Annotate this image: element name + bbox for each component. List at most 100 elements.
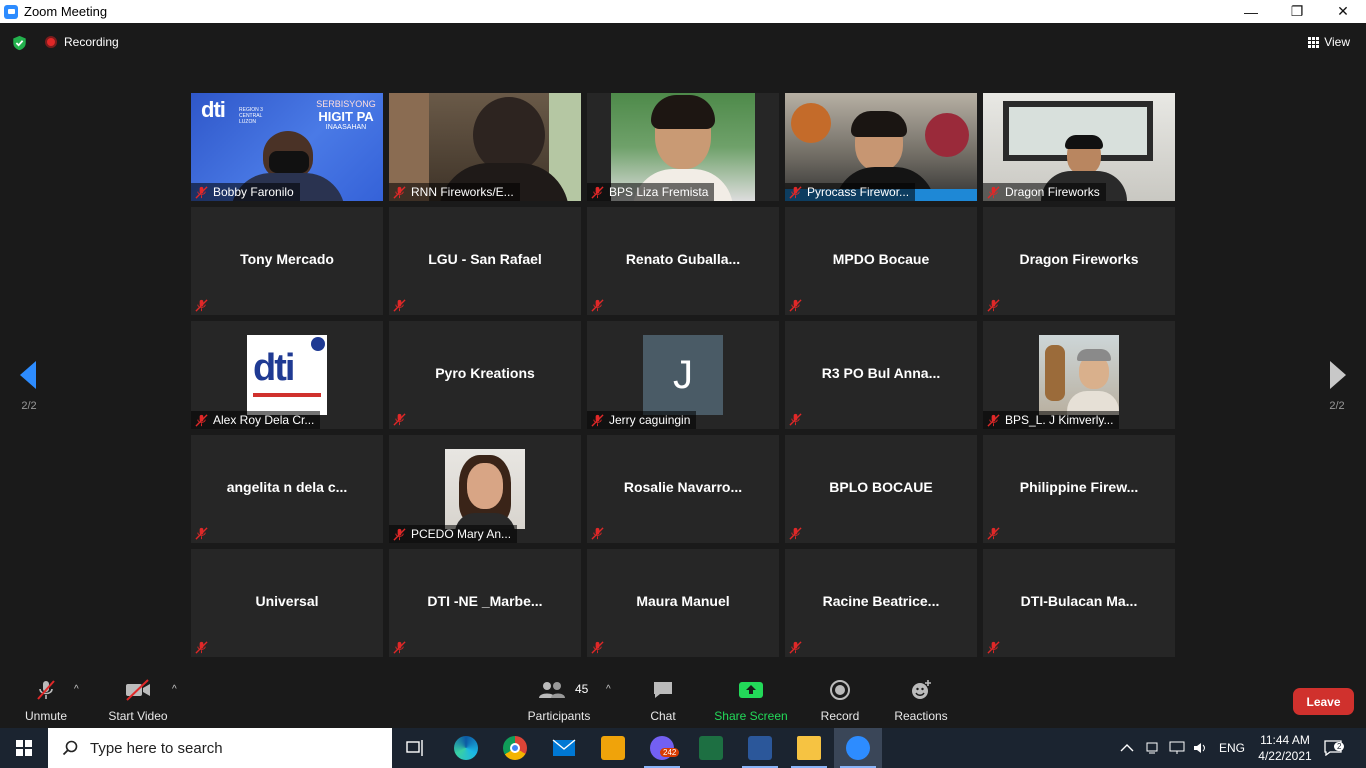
video-options-caret[interactable]: ^ bbox=[172, 684, 177, 695]
participant-tile[interactable]: Universal bbox=[191, 549, 383, 657]
task-view-button[interactable] bbox=[392, 728, 440, 768]
participant-name: Renato Guballa... bbox=[625, 251, 741, 267]
participant-tile[interactable]: PCEDO Mary An... bbox=[389, 435, 581, 543]
participant-tile[interactable]: DTI -NE _Marbe... bbox=[389, 549, 581, 657]
close-button[interactable]: ✕ bbox=[1320, 0, 1366, 23]
view-button[interactable]: View bbox=[1308, 35, 1350, 49]
recording-indicator[interactable]: Recording bbox=[45, 35, 119, 49]
recording-dot-icon bbox=[45, 36, 57, 48]
taskbar-clock[interactable]: 11:44 AM 4/22/2021 bbox=[1254, 732, 1316, 764]
participant-name-label: RNN Fireworks/E... bbox=[389, 183, 520, 201]
participant-name: Dragon Fireworks bbox=[1005, 185, 1100, 199]
previous-page-nav[interactable]: 2/2 bbox=[0, 338, 58, 426]
participant-name-label: PCEDO Mary An... bbox=[389, 525, 518, 543]
participant-tile[interactable]: Racine Beatrice... bbox=[785, 549, 977, 657]
zoom-app[interactable] bbox=[834, 728, 882, 768]
file-explorer-app[interactable] bbox=[785, 728, 833, 768]
participant-tile[interactable]: dti Alex Roy Dela Cr... bbox=[191, 321, 383, 429]
window-titlebar: Zoom Meeting — ❐ ✕ bbox=[0, 0, 1366, 23]
show-hidden-icons[interactable] bbox=[1120, 728, 1134, 768]
meeting-topbar: Recording View bbox=[0, 23, 1366, 63]
taskbar-search-box[interactable]: Type here to search bbox=[48, 728, 392, 768]
participant-tile[interactable]: Maura Manuel bbox=[587, 549, 779, 657]
tray-device-icon[interactable] bbox=[1145, 728, 1159, 768]
participant-tile[interactable]: J Jerry caguingin bbox=[587, 321, 779, 429]
network-icon bbox=[1169, 741, 1185, 754]
participant-tile[interactable]: Rosalie Navarro... bbox=[587, 435, 779, 543]
participant-tile[interactable]: BPS Liza Fremista bbox=[587, 93, 779, 201]
muted-mic-icon bbox=[591, 413, 604, 427]
participant-tile[interactable]: MPDO Bocaue bbox=[785, 207, 977, 315]
record-label: Record bbox=[820, 709, 860, 723]
start-button[interactable] bbox=[0, 728, 48, 768]
start-video-button[interactable]: Start Video bbox=[106, 678, 170, 723]
participant-tile[interactable]: Renato Guballa... bbox=[587, 207, 779, 315]
volume-button[interactable] bbox=[1193, 728, 1209, 768]
restore-button[interactable]: ❐ bbox=[1274, 0, 1320, 23]
word-app[interactable] bbox=[736, 728, 784, 768]
mail-app[interactable] bbox=[540, 728, 588, 768]
muted-mic-icon bbox=[987, 641, 1000, 654]
share-screen-button[interactable]: Share Screen bbox=[714, 678, 788, 723]
participant-tile[interactable]: Tony Mercado bbox=[191, 207, 383, 315]
action-center-button[interactable]: 2 bbox=[1324, 728, 1345, 768]
participant-tile[interactable]: Dragon Fireworks bbox=[983, 207, 1175, 315]
participant-tile[interactable]: Philippine Firew... bbox=[983, 435, 1175, 543]
participant-tile[interactable]: DTI-Bulacan Ma... bbox=[983, 549, 1175, 657]
participants-options-caret[interactable]: ^ bbox=[606, 684, 611, 695]
participant-tile[interactable]: LGU - San Rafael bbox=[389, 207, 581, 315]
record-button[interactable]: Record bbox=[818, 678, 862, 723]
participant-name: BPS_L. J Kimverly... bbox=[1005, 413, 1114, 427]
participant-name-label: Jerry caguingin bbox=[587, 411, 697, 429]
participant-tile[interactable]: Pyro Kreations bbox=[389, 321, 581, 429]
participant-tile[interactable]: BPLO BOCAUE bbox=[785, 435, 977, 543]
chevron-up-icon bbox=[1120, 744, 1134, 752]
chrome-app[interactable] bbox=[491, 728, 539, 768]
muted-mic-icon bbox=[195, 527, 208, 540]
participant-tile[interactable]: BPS_L. J Kimverly... bbox=[983, 321, 1175, 429]
unmute-button[interactable]: Unmute bbox=[22, 678, 70, 723]
leave-button[interactable]: Leave bbox=[1293, 688, 1354, 715]
participant-name: Pyro Kreations bbox=[435, 365, 535, 381]
viber-app[interactable]: 242 bbox=[638, 728, 686, 768]
minimize-button[interactable]: — bbox=[1228, 0, 1274, 23]
word-icon bbox=[748, 736, 772, 760]
outlook-icon bbox=[601, 736, 625, 760]
arrow-right-icon[interactable] bbox=[1329, 360, 1347, 390]
outlook-app[interactable] bbox=[589, 728, 637, 768]
shield-check-icon[interactable] bbox=[12, 35, 27, 51]
unmute-label: Unmute bbox=[24, 709, 68, 723]
reactions-label: Reactions bbox=[894, 709, 948, 723]
participant-tile[interactable]: R3 PO Bul Anna... bbox=[785, 321, 977, 429]
photo-avatar bbox=[1039, 335, 1119, 415]
person-hair bbox=[651, 95, 715, 129]
background-plush bbox=[791, 103, 831, 143]
participant-tile[interactable]: RNN Fireworks/E... bbox=[389, 93, 581, 201]
arrow-left-icon[interactable] bbox=[19, 360, 37, 390]
excel-app[interactable] bbox=[687, 728, 735, 768]
audio-options-caret[interactable]: ^ bbox=[74, 684, 79, 695]
edge-app[interactable] bbox=[442, 728, 490, 768]
task-view-icon bbox=[406, 740, 423, 756]
chat-button[interactable]: Chat bbox=[645, 678, 681, 723]
participant-name: Universal bbox=[255, 593, 319, 609]
muted-mic-icon bbox=[789, 527, 802, 540]
muted-mic-icon bbox=[195, 413, 208, 427]
participant-name: angelita n dela c... bbox=[226, 479, 348, 495]
muted-mic-icon bbox=[789, 413, 802, 426]
participant-tile[interactable]: Dragon Fireworks bbox=[983, 93, 1175, 201]
participant-name: R3 PO Bul Anna... bbox=[821, 365, 941, 381]
network-button[interactable] bbox=[1169, 728, 1185, 768]
edge-icon bbox=[454, 736, 478, 760]
notifications-badge: 2 bbox=[1334, 742, 1345, 751]
muted-mic-icon bbox=[591, 527, 604, 540]
language-indicator[interactable]: ENG bbox=[1219, 728, 1245, 768]
participant-tile[interactable]: Pyrocass Firewor... bbox=[785, 93, 977, 201]
participant-tile[interactable]: dti REGION 3 CENTRAL LUZON SERBISYONG HI… bbox=[191, 93, 383, 201]
participant-tile[interactable]: angelita n dela c... bbox=[191, 435, 383, 543]
participant-name: BPS Liza Fremista bbox=[609, 185, 709, 199]
windows-taskbar: Type here to search 242 ENG 11:44 AM 4/2… bbox=[0, 728, 1366, 768]
next-page-nav[interactable]: 2/2 bbox=[1308, 338, 1366, 426]
reactions-button[interactable]: Reactions bbox=[893, 678, 949, 723]
participant-name: Philippine Firew... bbox=[1019, 479, 1139, 495]
